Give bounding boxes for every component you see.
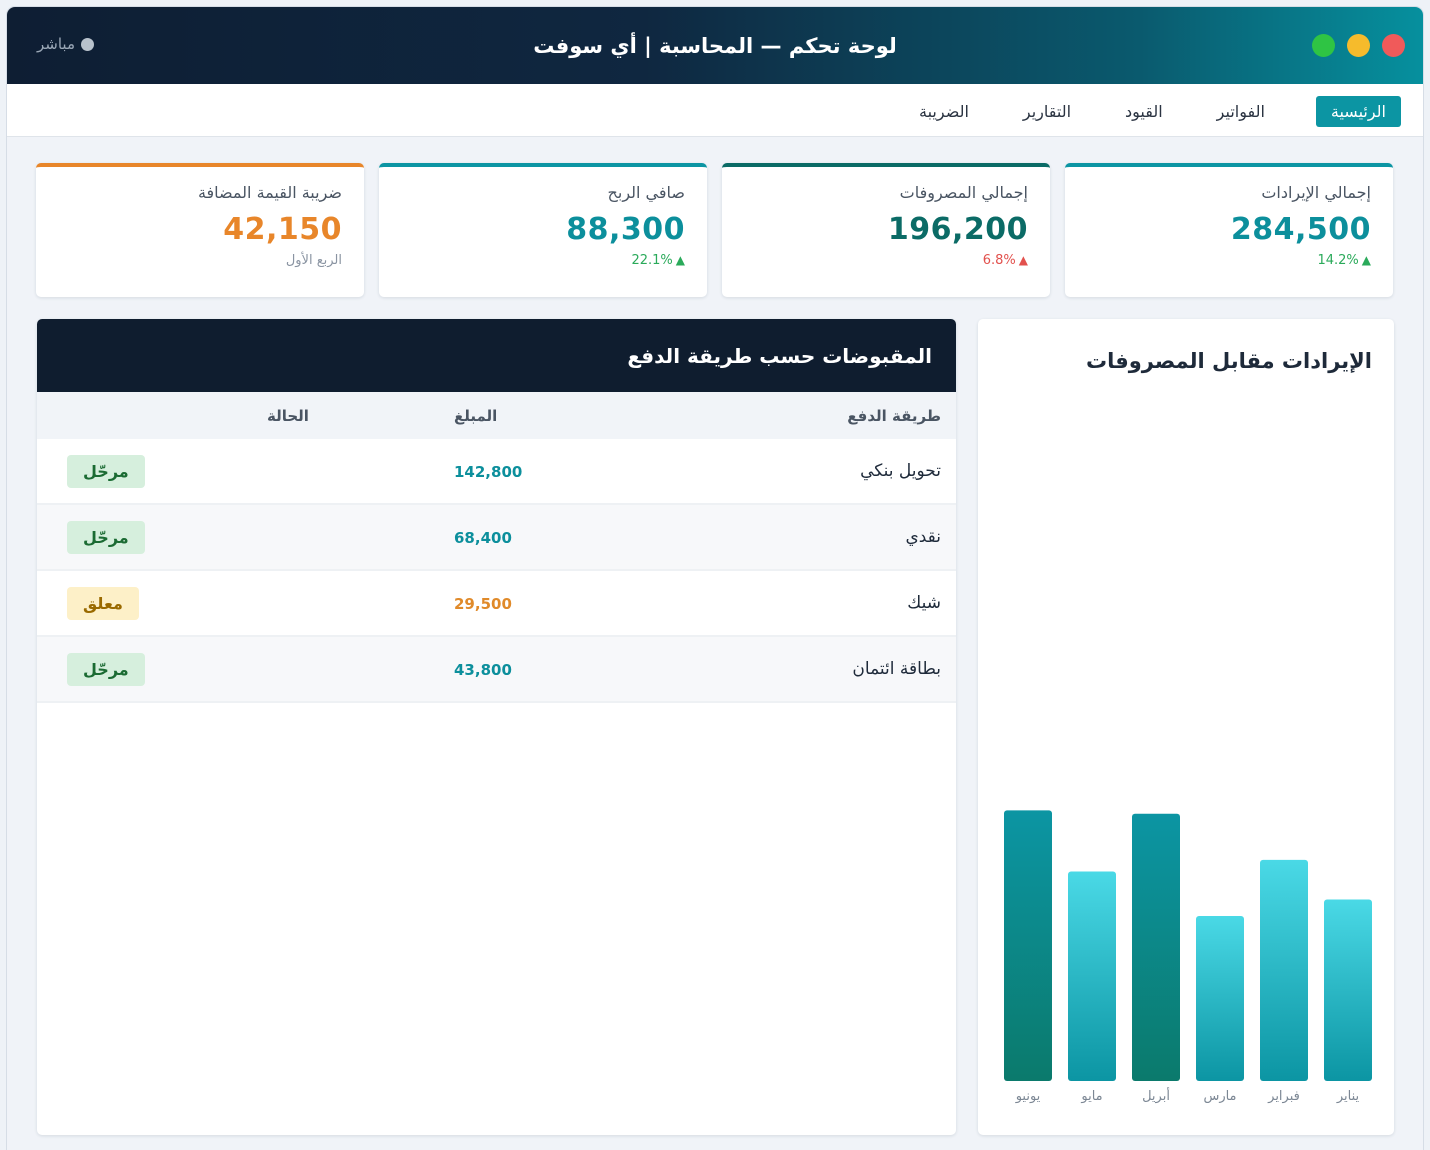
status-badge: مرحّل xyxy=(67,454,145,488)
payment-amount: 68,400 xyxy=(454,528,512,547)
tab-invoices[interactable]: الفواتير xyxy=(1202,96,1280,127)
column-header-method[interactable]: طريقة الدفع xyxy=(576,407,956,425)
table-row[interactable]: بطاقة ائتمان 43,800 مرحّل xyxy=(37,637,956,703)
column-header-status-label: الحالة xyxy=(267,406,309,425)
row-status-cell: معلق xyxy=(37,586,326,620)
kpi-change: ▲14.2% xyxy=(1087,253,1371,268)
nav-tabs: الرئيسية الفواتير القيود التقارير الضريب… xyxy=(880,96,1401,127)
arrow-up-icon: ▲ xyxy=(675,253,685,267)
live-status-label: مباشر xyxy=(37,35,75,53)
receipts-header-row: طريقة الدفع المبلغ الحالة xyxy=(37,392,956,439)
arrow-up-icon: ▲ xyxy=(1361,253,1371,267)
table-row[interactable]: شيك 29,500 معلق xyxy=(37,571,956,637)
chart-bar-4[interactable] xyxy=(1068,871,1116,1081)
row-method-cell: شيك xyxy=(576,593,956,613)
tab-entries[interactable]: القيود xyxy=(1110,96,1178,127)
kpi-label: ضريبة القيمة المضافة xyxy=(197,183,342,202)
receipts-card: المقبوضات حسب طريقة الدفع طريقة الدفع ال… xyxy=(37,319,956,1135)
kpi-card-revenue: إجمالي الإيرادات 284,500 ▲14.2% xyxy=(1065,163,1393,297)
chart-card: الإيرادات مقابل المصروفات يناير فبراير مار… xyxy=(978,319,1394,1135)
kpi-label: صافي الربح xyxy=(607,183,685,202)
window-title: لوحة تحكم — المحاسبة | أي سوفت xyxy=(533,33,897,58)
payment-amount: 142,800 xyxy=(454,462,523,481)
kpi-label: إجمالي المصروفات xyxy=(899,183,1028,202)
table-row[interactable]: نقدي 68,400 مرحّل xyxy=(37,505,956,571)
x-tick-label: فبراير xyxy=(1267,1089,1300,1104)
kpi-note: الربع الأول xyxy=(285,253,342,268)
row-status-cell: مرحّل xyxy=(37,454,326,488)
row-status-cell: مرحّل xyxy=(37,520,326,554)
kpi-card-net-profit: صافي الربح 88,300 ▲22.1% xyxy=(379,163,707,297)
column-header-status[interactable]: الحالة xyxy=(37,407,326,425)
chart-bar-3[interactable] xyxy=(1132,813,1180,1081)
chart-bar-2[interactable] xyxy=(1196,916,1244,1081)
kpi-cards: إجمالي الإيرادات 284,500 ▲14.2% إجمالي ا… xyxy=(36,163,1393,297)
kpi-change-value: 22.1% xyxy=(631,253,673,268)
column-header-amount[interactable]: المبلغ xyxy=(326,407,576,425)
arrow-up-icon: ▲ xyxy=(1018,253,1028,267)
tab-home[interactable]: الرئيسية xyxy=(1315,96,1401,127)
status-badge: مرحّل xyxy=(67,520,145,554)
kpi-value: 284,500 xyxy=(1230,212,1371,247)
column-header-amount-label: المبلغ xyxy=(454,406,498,425)
row-status-cell: مرحّل xyxy=(37,652,326,686)
x-tick-label: يونيو xyxy=(1015,1089,1041,1104)
payment-method: نقدي xyxy=(905,527,941,547)
x-tick-label: يناير xyxy=(1336,1089,1360,1104)
payment-amount: 43,800 xyxy=(454,660,512,679)
row-amount-cell: 43,800 xyxy=(326,660,576,679)
table-row[interactable]: تحويل بنكي 142,800 مرحّل xyxy=(37,439,956,505)
kpi-card-vat: ضريبة القيمة المضافة 42,150 الربع الأول xyxy=(36,163,364,297)
payment-method: شيك xyxy=(907,593,941,613)
row-amount-cell: 29,500 xyxy=(326,594,576,613)
status-badge: مرحّل xyxy=(67,652,145,686)
row-method-cell: تحويل بنكي xyxy=(576,461,956,481)
row-amount-cell: 142,800 xyxy=(326,462,576,481)
tab-tax[interactable]: الضريبة xyxy=(904,96,984,127)
kpi-change: ▲22.1% xyxy=(401,253,685,268)
row-method-cell: نقدي xyxy=(576,527,956,547)
x-tick-label: مايو xyxy=(1080,1089,1102,1104)
status-dot-icon xyxy=(80,37,94,51)
kpi-label: إجمالي الإيرادات xyxy=(1261,183,1371,202)
status-badge: معلق xyxy=(67,586,139,620)
chart-bar-1[interactable] xyxy=(1260,859,1308,1081)
payment-amount: 29,500 xyxy=(454,594,512,613)
live-status: مباشر xyxy=(37,35,94,53)
bar-chart: يناير فبراير مارس أبريل مايو يونيو xyxy=(1004,810,1372,1104)
row-amount-cell: 68,400 xyxy=(326,528,576,547)
kpi-change-value: 14.2% xyxy=(1317,253,1359,268)
kpi-change-value: 6.8% xyxy=(982,253,1016,268)
payment-method: تحويل بنكي xyxy=(860,461,941,481)
receipts-title: المقبوضات حسب طريقة الدفع xyxy=(37,319,956,392)
row-method-cell: بطاقة ائتمان xyxy=(576,659,956,679)
kpi-change: ▲6.8% xyxy=(744,253,1028,268)
kpi-value: 88,300 xyxy=(566,212,685,247)
kpi-card-expenses: إجمالي المصروفات 196,200 ▲6.8% xyxy=(722,163,1050,297)
chart-bar-5[interactable] xyxy=(1004,810,1052,1081)
x-tick-label: مارس xyxy=(1203,1089,1236,1104)
chart-bar-0[interactable] xyxy=(1324,899,1372,1082)
title-bar: لوحة تحكم — المحاسبة | أي سوفت مباشر xyxy=(7,7,1423,84)
payment-method: بطاقة ائتمان xyxy=(852,659,941,679)
tab-reports[interactable]: التقارير xyxy=(1008,96,1086,127)
kpi-value: 42,150 xyxy=(223,212,342,247)
kpi-value: 196,200 xyxy=(887,212,1028,247)
app-window: لوحة تحكم — المحاسبة | أي سوفت مباشر الر… xyxy=(7,7,1423,1150)
x-tick-label: أبريل xyxy=(1142,1087,1170,1104)
receipts-rows: تحويل بنكي 142,800 مرحّل نقدي 68,400 مرحّل شيك… xyxy=(37,439,956,703)
nav-bar: الرئيسية الفواتير القيود التقارير الضريب… xyxy=(7,84,1423,137)
